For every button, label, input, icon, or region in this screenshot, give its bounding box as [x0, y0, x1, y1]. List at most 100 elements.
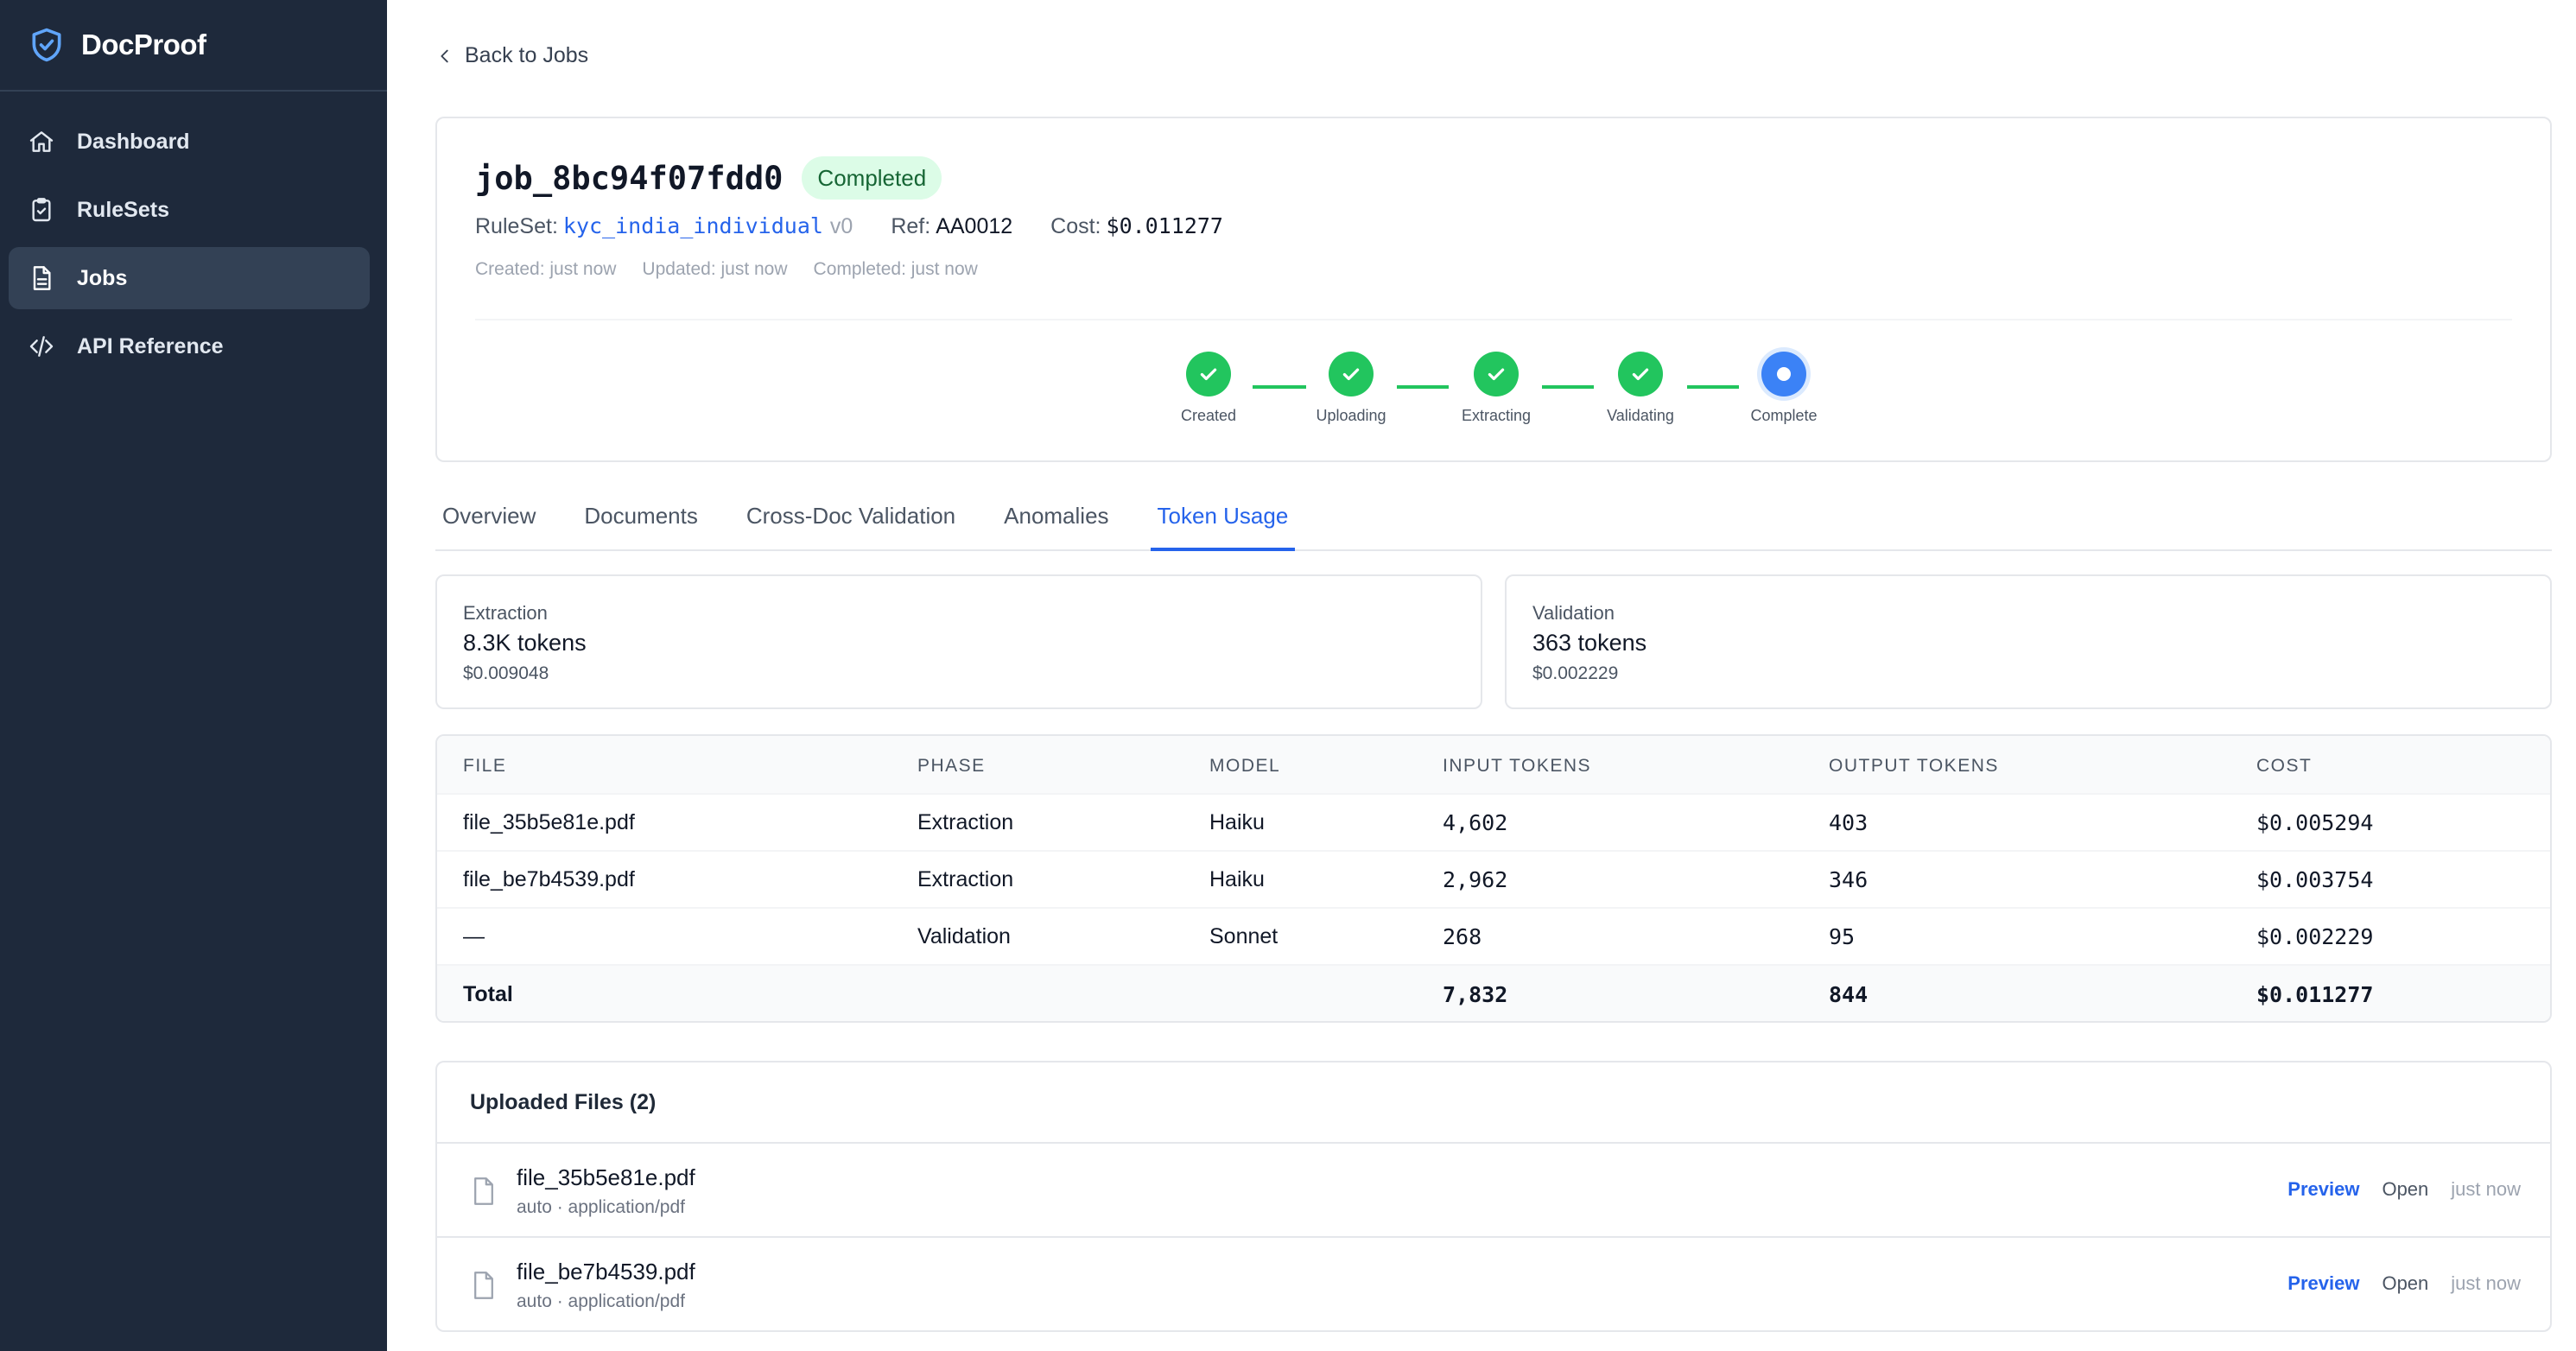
tab-cross-doc-validation[interactable]: Cross-Doc Validation: [739, 492, 962, 551]
step-done-circle: [1329, 352, 1374, 396]
file-actions: Preview Open just now: [2287, 1178, 2521, 1201]
check-icon: [1488, 368, 1505, 381]
progress-stepper: Created Uploading Extracting Validating: [437, 118, 2550, 460]
cell-file: file_be7b4539.pdf: [463, 866, 635, 891]
column-header-model: MODEL: [1209, 756, 1281, 776]
sidebar-item-jobs[interactable]: Jobs: [9, 247, 370, 309]
dot-icon: [1777, 367, 1791, 381]
table-row: — Validation Sonnet 268 95 $0.002229: [437, 909, 2550, 966]
cell-phase: Extraction: [917, 809, 1014, 834]
back-to-jobs-link[interactable]: Back to Jobs: [435, 43, 588, 68]
brand[interactable]: DocProof: [0, 0, 387, 92]
cell-phase: Extraction: [917, 866, 1014, 891]
sidebar-item-label: API Reference: [77, 333, 224, 358]
tab-documents[interactable]: Documents: [577, 492, 705, 551]
cell-model: Haiku: [1209, 866, 1265, 891]
cell-file: file_35b5e81e.pdf: [463, 809, 635, 834]
step-label: Complete: [1750, 407, 1818, 424]
table-header-row: FILE PHASE MODEL INPUT TOKENS OUTPUT TOK…: [437, 736, 2550, 795]
chevron-left-icon: [441, 49, 448, 62]
step-done-circle: [1618, 352, 1663, 396]
tab-anomalies[interactable]: Anomalies: [997, 492, 1115, 551]
file-icon: [474, 1177, 493, 1205]
main-content: Back to Jobs job_8bc94f07fdd0 Completed …: [387, 0, 2576, 1351]
tab-overview[interactable]: Overview: [435, 492, 542, 551]
open-button[interactable]: Open: [2382, 1272, 2428, 1295]
table-row: file_35b5e81e.pdf Extraction Haiku 4,602…: [437, 795, 2550, 852]
step-connector: [1253, 385, 1306, 389]
cell-input-tokens: 4,602: [1443, 809, 1508, 835]
step-complete: Complete: [1732, 352, 1836, 425]
tab-token-usage[interactable]: Token Usage: [1150, 492, 1296, 551]
step-current-circle: [1761, 352, 1806, 396]
uploaded-files-card: Uploaded Files (2) file_35b5e81e.pdf aut…: [435, 1061, 2552, 1332]
cell-output-tokens: 346: [1829, 866, 1869, 892]
preview-button[interactable]: Preview: [2287, 1272, 2359, 1295]
step-label: Uploading: [1316, 407, 1386, 424]
step-validating: Validating: [1589, 352, 1692, 425]
list-item: file_35b5e81e.pdf auto · application/pdf…: [437, 1144, 2550, 1238]
app-name: DocProof: [81, 29, 206, 60]
list-item: file_be7b4539.pdf auto · application/pdf…: [437, 1238, 2550, 1330]
sidebar-item-rulesets[interactable]: RuleSets: [9, 179, 370, 241]
step-connector: [1542, 385, 1594, 389]
total-cost: $0.011277: [2256, 981, 2374, 1007]
home-icon: [28, 128, 55, 155]
step-label: Extracting: [1461, 407, 1532, 424]
preview-button[interactable]: Preview: [2287, 1178, 2359, 1201]
document-icon: [28, 264, 55, 292]
step-extracting: Extracting: [1444, 352, 1548, 425]
cell-cost: $0.005294: [2256, 809, 2374, 835]
validation-summary-card: Validation 363 tokens $0.002229: [1505, 574, 2552, 709]
uploaded-files-title: Uploaded Files (2): [437, 1062, 2550, 1144]
file-meta: auto · application/pdf: [517, 1197, 685, 1217]
table-total-row: Total 7,832 844 $0.011277: [437, 966, 2550, 1021]
cell-output-tokens: 95: [1829, 923, 1856, 949]
step-done-circle: [1474, 352, 1519, 396]
cell-model: Sonnet: [1209, 923, 1278, 948]
file-name: file_be7b4539.pdf: [517, 1259, 695, 1284]
check-icon: [1632, 368, 1649, 381]
sidebar-item-dashboard[interactable]: Dashboard: [9, 111, 370, 173]
cell-input-tokens: 2,962: [1443, 866, 1508, 892]
step-done-circle: [1186, 352, 1231, 396]
token-usage-table: FILE PHASE MODEL INPUT TOKENS OUTPUT TOK…: [435, 734, 2552, 1023]
column-header-phase: PHASE: [917, 756, 986, 776]
summary-title: Validation: [1532, 602, 1615, 624]
file-icon: [474, 1272, 493, 1299]
total-label: Total: [463, 981, 513, 1006]
cell-model: Haiku: [1209, 809, 1265, 834]
summary-cost: $0.002229: [1532, 663, 1619, 683]
column-header-file: FILE: [463, 756, 507, 776]
check-icon: [1200, 368, 1217, 381]
sidebar-item-api-reference[interactable]: API Reference: [9, 315, 370, 377]
shield-check-icon: [32, 28, 61, 62]
summary-title: Extraction: [463, 602, 548, 624]
clipboard-icon: [28, 196, 55, 224]
cell-cost: $0.002229: [2256, 923, 2374, 949]
sidebar: DocProof Dashboard RuleSets Jobs API Ref…: [0, 0, 387, 1351]
check-icon: [1342, 368, 1360, 381]
sidebar-item-label: RuleSets: [77, 197, 169, 222]
back-link-label: Back to Jobs: [465, 43, 589, 67]
step-created: Created: [1157, 352, 1260, 425]
summary-cost: $0.009048: [463, 663, 549, 683]
column-header-output-tokens: OUTPUT TOKENS: [1829, 756, 1999, 776]
step-label: Created: [1180, 407, 1237, 424]
column-header-cost: COST: [2256, 756, 2313, 776]
code-icon: [28, 333, 55, 360]
job-summary-card: job_8bc94f07fdd0 Completed RuleSet: kyc_…: [435, 117, 2552, 462]
summary-tokens: 363 tokens: [1532, 630, 1647, 656]
sidebar-item-label: Dashboard: [77, 129, 190, 154]
step-connector: [1397, 385, 1449, 389]
extraction-summary-card: Extraction 8.3K tokens $0.009048: [435, 574, 1482, 709]
cell-file: —: [463, 923, 485, 948]
open-button[interactable]: Open: [2382, 1178, 2428, 1201]
total-output-tokens: 844: [1829, 981, 1869, 1007]
step-label: Validating: [1607, 407, 1674, 424]
table-row: file_be7b4539.pdf Extraction Haiku 2,962…: [437, 852, 2550, 909]
file-time: just now: [2451, 1178, 2521, 1200]
sidebar-nav: Dashboard RuleSets Jobs API Reference: [0, 92, 387, 377]
column-header-input-tokens: INPUT TOKENS: [1443, 756, 1592, 776]
file-time: just now: [2451, 1272, 2521, 1294]
